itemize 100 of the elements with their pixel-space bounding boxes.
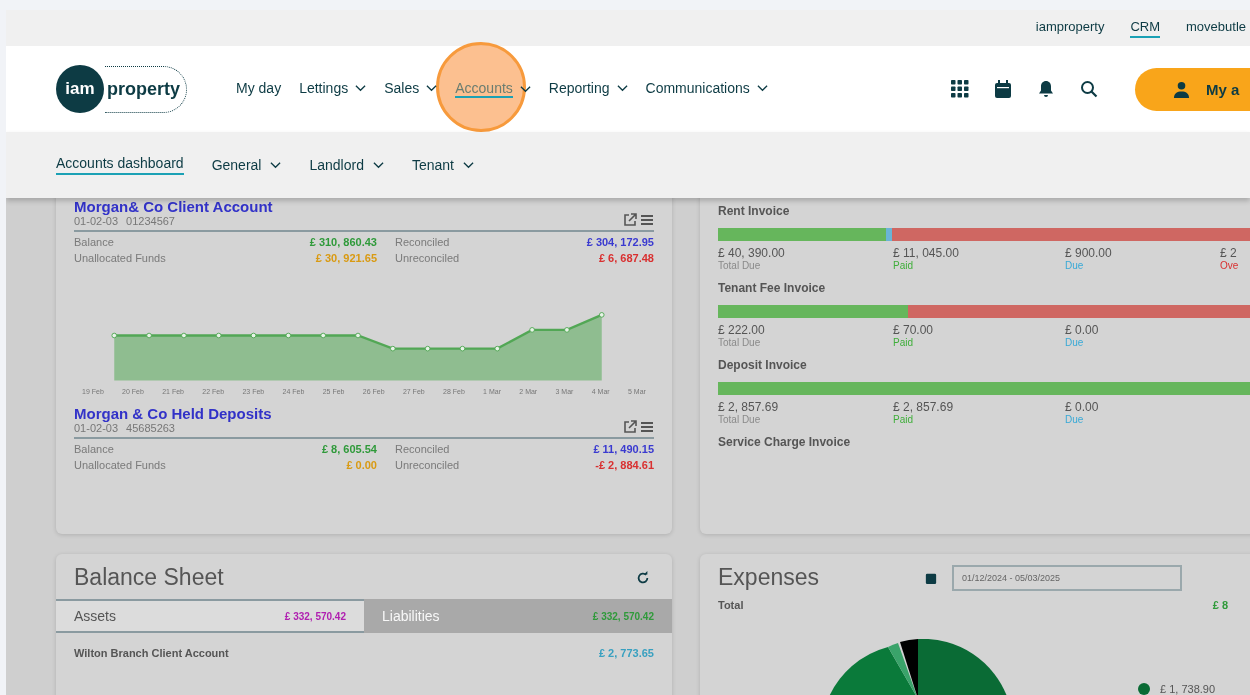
sub-menu-item[interactable]: Tenant [411, 157, 474, 173]
chevron-down-icon [355, 84, 367, 92]
invoice-amount-label: Due [1065, 414, 1085, 425]
stat-value: £ 304, 172.95 [585, 236, 654, 248]
chevron-down-icon [756, 84, 768, 92]
data-point [215, 332, 222, 339]
data-point [564, 327, 570, 333]
data-point [111, 332, 118, 339]
data-point [390, 345, 396, 352]
stat-value: £ 8, 605.54 [320, 443, 377, 455]
legend-value: £ 1, 738.90 [1160, 683, 1216, 695]
menu-icon[interactable] [640, 420, 654, 434]
chevron-down-icon [270, 161, 282, 169]
notification-bell-icon[interactable] [1037, 80, 1055, 98]
top-link[interactable]: CRM [1130, 18, 1160, 38]
external-link-icon[interactable] [623, 213, 637, 227]
invoice-amount: £ 222.00 [718, 323, 766, 337]
account-name: Wilton Branch Client Account [74, 647, 229, 659]
invoice-amount: £ 2, 857.69 [893, 400, 955, 414]
top-link[interactable]: iamproperty [1035, 18, 1105, 38]
invoice-amount-label: Paid [893, 260, 914, 271]
data-point [146, 332, 152, 339]
refresh-icon[interactable] [636, 570, 650, 585]
stat-label: Unreconciled [395, 252, 461, 264]
data-point [598, 312, 605, 318]
stat-value: -£ 2, 884.61 [594, 459, 654, 471]
card-title: Balance Sheet [74, 564, 224, 591]
data-point [529, 327, 535, 333]
data-point [424, 345, 431, 352]
stat-label: Reconciled [395, 443, 451, 455]
invoice-amount: £ 0.00 [1065, 323, 1100, 337]
stat-value: £ 310, 860.43 [308, 236, 377, 248]
my-account-button[interactable]: My a [1135, 67, 1250, 111]
apps-grid-icon[interactable] [951, 80, 969, 98]
data-point [494, 345, 501, 352]
invoice-amount: £ 2 [1220, 246, 1238, 260]
stat-label: Unallocated Funds [74, 459, 167, 471]
sub-menu-item[interactable]: General [211, 157, 282, 173]
stat-value: £ 0.00 [345, 459, 377, 471]
invoice-amount: £ 900.00 [1065, 246, 1113, 260]
account-number: 45685263 [126, 422, 175, 434]
chevron-down-icon [519, 85, 531, 93]
sort-code: 01-02-03 [74, 422, 119, 434]
total-label: Total [718, 599, 744, 611]
person-icon [1173, 80, 1190, 98]
search-icon[interactable] [1080, 80, 1098, 98]
invoice-title: Service Charge Invoice [718, 435, 852, 449]
invoice-amount-label: Paid [893, 414, 914, 425]
invoice-title: Deposit Invoice [718, 358, 808, 372]
chevron-down-icon [372, 161, 384, 169]
invoice-amount-label: Total Due [718, 414, 762, 425]
stat-value: £ 6, 687.48 [597, 252, 654, 264]
nav-menu-item[interactable]: My day [227, 76, 291, 100]
stat-label: Reconciled [395, 236, 451, 248]
sub-menu-item[interactable]: Landlord [309, 157, 384, 173]
invoice-amount-label: Total Due [718, 260, 762, 271]
card-title: Expenses [718, 564, 819, 591]
nav-menu-item[interactable]: Lettings [290, 76, 376, 100]
total-value: £ 8 [1212, 599, 1228, 611]
stat-label: Balance [74, 236, 115, 248]
nav-menu-item[interactable]: Reporting [539, 76, 637, 100]
account-number: 01234567 [126, 215, 175, 227]
top-link[interactable]: movebutle [1186, 18, 1246, 38]
account-name[interactable]: Morgan& Co Client Account [74, 198, 273, 215]
account-amount: £ 2, 773.65 [598, 647, 654, 659]
invoice-title: Tenant Fee Invoice [718, 281, 827, 295]
data-point [459, 345, 466, 352]
invoice-amount: £ 2, 857.69 [718, 400, 780, 414]
account-name[interactable]: Morgan & Co Held Deposits [74, 405, 272, 422]
invoice-amount-label: Paid [893, 337, 914, 348]
data-point [285, 332, 292, 339]
chevron-down-icon [426, 84, 438, 92]
data-point [250, 332, 257, 339]
balance-sheet-tab[interactable]: Assets £ 332, 570.42 [56, 599, 364, 633]
invoice-amount: £ 40, 390.00 [718, 246, 786, 260]
invoice-amount-label: Due [1065, 260, 1085, 271]
date-range-field[interactable]: 01/12/2024 - 05/03/2025 [952, 564, 1182, 591]
data-point [320, 332, 326, 339]
invoice-amount-label: Total Due [718, 337, 762, 348]
external-link-icon[interactable] [623, 420, 637, 434]
menu-icon[interactable] [640, 213, 654, 227]
nav-menu-item[interactable]: Sales [375, 76, 447, 100]
sub-menu-item[interactable]: Accounts dashboard [56, 155, 184, 175]
chevron-down-icon [616, 84, 628, 92]
invoice-amount-label: Ove [1220, 260, 1240, 271]
stat-value: £ 11, 490.15 [592, 443, 654, 455]
stat-label: Unreconciled [395, 459, 461, 471]
stat-label: Balance [74, 443, 115, 455]
invoice-title: Rent Invoice [718, 204, 791, 218]
invoice-amount: £ 0.00 [1065, 400, 1100, 414]
stat-label: Unallocated Funds [74, 252, 167, 264]
sort-code: 01-02-03 [74, 215, 119, 227]
stat-value: £ 30, 921.65 [314, 252, 377, 264]
invoice-amount: £ 70.00 [893, 323, 935, 337]
chevron-down-icon [463, 161, 474, 169]
data-point [355, 332, 361, 339]
invoice-amount-label: Due [1065, 337, 1085, 348]
invoice-amount: £ 11, 045.00 [893, 246, 960, 260]
nav-menu-item[interactable]: Communications [636, 76, 777, 100]
data-point [181, 332, 187, 339]
